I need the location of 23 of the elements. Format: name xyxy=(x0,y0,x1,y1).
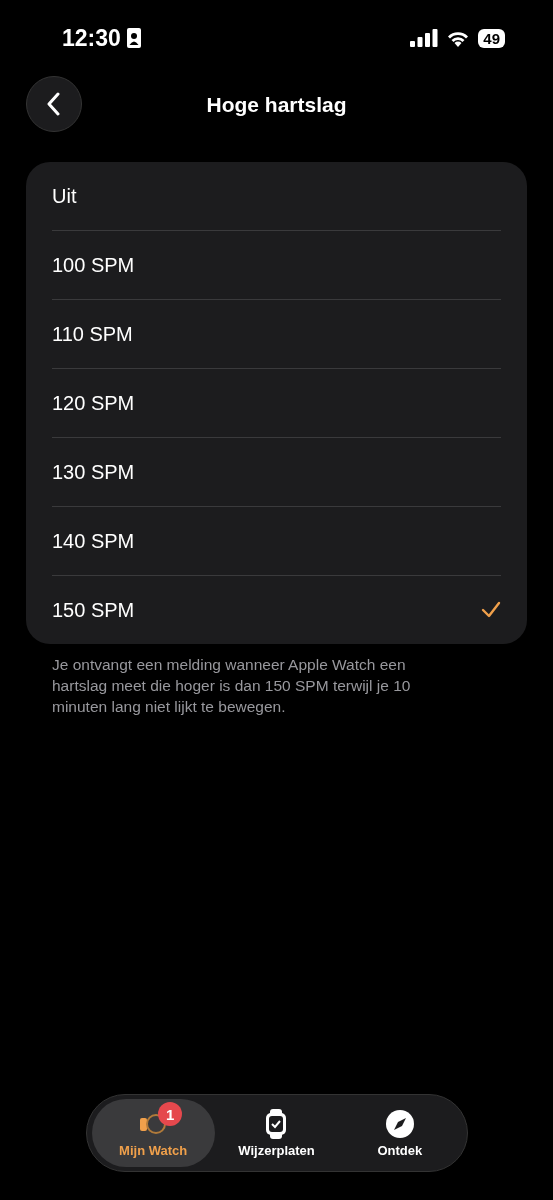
option-row[interactable]: 140 SPM xyxy=(52,507,501,576)
chevron-left-icon xyxy=(47,92,61,116)
status-time: 12:30 xyxy=(62,24,121,52)
notification-badge: 1 xyxy=(158,1102,183,1126)
tab-item[interactable]: 1 Mijn Watch xyxy=(91,1099,215,1167)
option-row[interactable]: 100 SPM xyxy=(52,231,501,300)
watch-face-icon xyxy=(264,1108,289,1140)
option-row[interactable]: Uit xyxy=(52,162,501,231)
option-row[interactable]: 110 SPM xyxy=(52,300,501,369)
back-button[interactable] xyxy=(26,76,82,132)
signal-icon xyxy=(410,29,439,47)
battery-indicator: 49 xyxy=(478,28,505,48)
page-title: Hoge hartslag xyxy=(206,93,347,117)
option-row[interactable]: 150 SPM xyxy=(52,576,501,644)
tab-item[interactable]: Wijzerplaten xyxy=(214,1099,339,1167)
id-card-icon xyxy=(126,28,141,48)
checkmark-icon xyxy=(481,601,501,619)
wifi-icon xyxy=(446,29,471,47)
option-row[interactable]: 130 SPM xyxy=(52,438,501,507)
compass-icon xyxy=(384,1109,415,1139)
tab-item[interactable]: Ontdek xyxy=(338,1099,462,1167)
option-row[interactable]: 120 SPM xyxy=(52,369,501,438)
footer-note: Je ontvangt een melding wanneer Apple Watch een hartslag meet die hoger is dan 150 SPM terwijl je 10 minuten lang niet lijkt te bewegen. xyxy=(52,655,412,717)
